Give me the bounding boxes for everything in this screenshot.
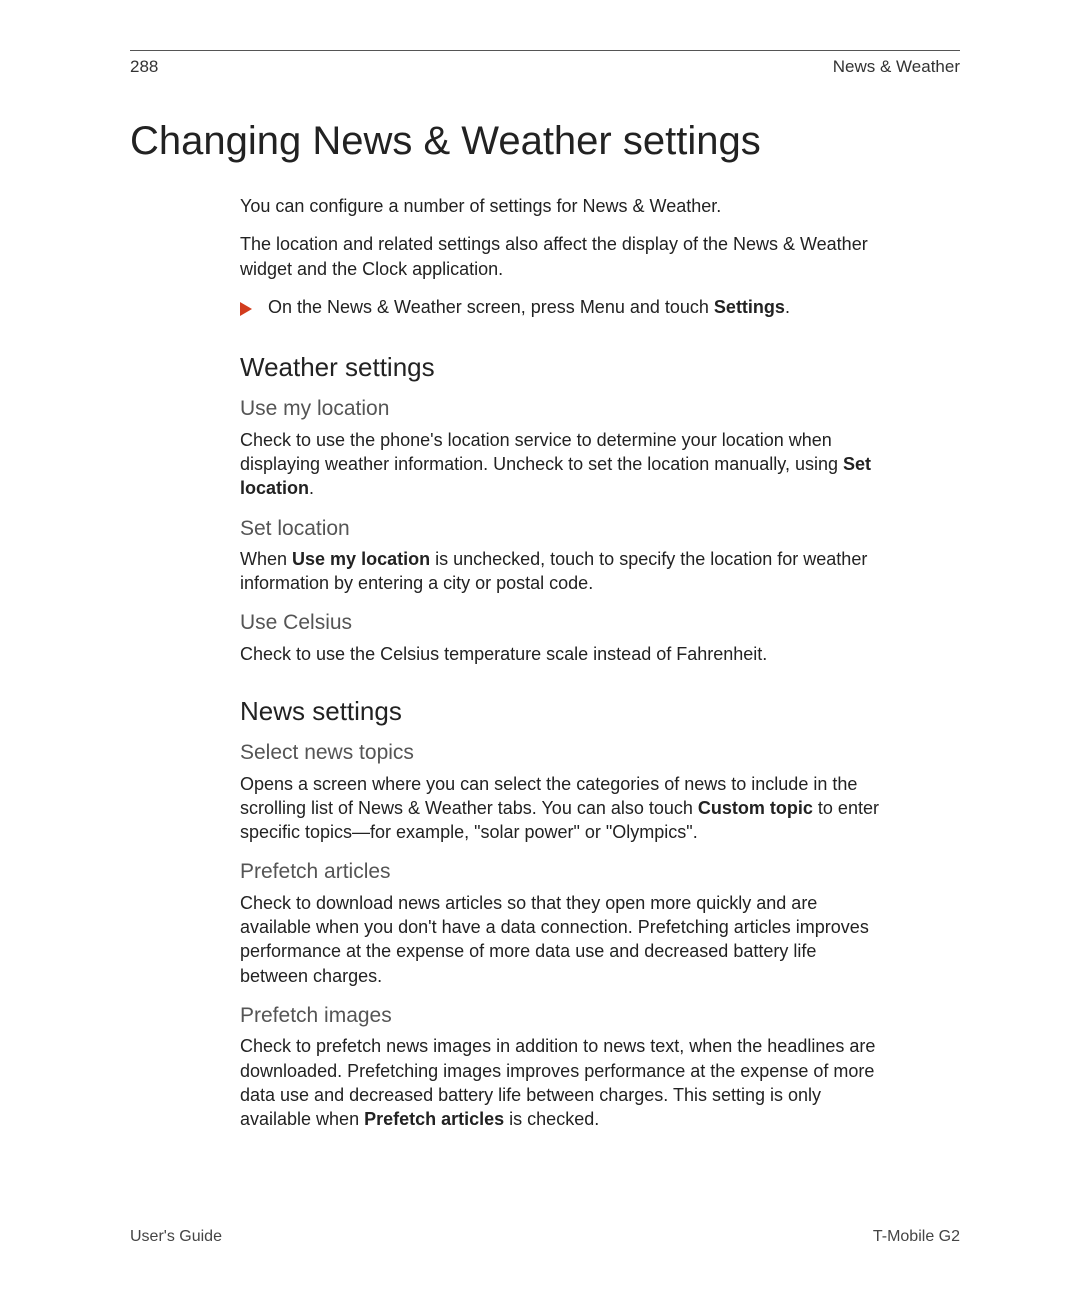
settings-label: Settings — [714, 297, 785, 317]
intro-paragraph-1: You can configure a number of settings f… — [240, 194, 880, 218]
footer-left: User's Guide — [130, 1228, 222, 1246]
text: When — [240, 549, 292, 569]
prefetch-images-body: Check to prefetch news images in additio… — [240, 1034, 880, 1131]
prefetch-articles-body: Check to download news articles so that … — [240, 891, 880, 988]
content-area: You can configure a number of settings f… — [240, 194, 880, 1131]
set-location-title: Set location — [240, 515, 880, 543]
use-my-location-bold: Use my location — [292, 549, 430, 569]
page: 288 News & Weather Changing News & Weath… — [0, 0, 1080, 1296]
custom-topic-bold: Custom topic — [698, 798, 813, 818]
prefetch-articles-title: Prefetch articles — [240, 858, 880, 886]
intro-paragraph-2: The location and related settings also a… — [240, 232, 880, 281]
news-settings-heading: News settings — [240, 694, 880, 729]
instruction-row: On the News & Weather screen, press Menu… — [240, 295, 880, 322]
triangle-right-icon — [240, 298, 260, 322]
text: On the News & Weather screen, press — [268, 297, 580, 317]
set-location-body: When Use my location is unchecked, touch… — [240, 547, 880, 596]
text: and touch — [625, 297, 714, 317]
use-my-location-body: Check to use the phone's location servic… — [240, 428, 880, 501]
page-footer: User's Guide T-Mobile G2 — [130, 1228, 960, 1246]
text: . — [785, 297, 790, 317]
prefetch-articles-bold: Prefetch articles — [364, 1109, 504, 1129]
text: . — [309, 478, 314, 498]
menu-label: Menu — [580, 297, 625, 317]
prefetch-images-title: Prefetch images — [240, 1002, 880, 1030]
select-topics-title: Select news topics — [240, 739, 880, 767]
select-topics-body: Opens a screen where you can select the … — [240, 772, 880, 845]
footer-right: T-Mobile G2 — [873, 1228, 960, 1246]
header-rule — [130, 50, 960, 51]
page-header: 288 News & Weather — [130, 57, 960, 77]
use-celsius-body: Check to use the Celsius temperature sca… — [240, 642, 880, 666]
text: is checked. — [504, 1109, 599, 1129]
instruction-text: On the News & Weather screen, press Menu… — [268, 295, 790, 319]
page-title: Changing News & Weather settings — [130, 119, 960, 164]
page-number: 288 — [130, 57, 158, 77]
header-section: News & Weather — [833, 57, 960, 77]
text: Check to use the phone's location servic… — [240, 430, 843, 474]
use-my-location-title: Use my location — [240, 395, 880, 423]
weather-settings-heading: Weather settings — [240, 350, 880, 385]
use-celsius-title: Use Celsius — [240, 609, 880, 637]
